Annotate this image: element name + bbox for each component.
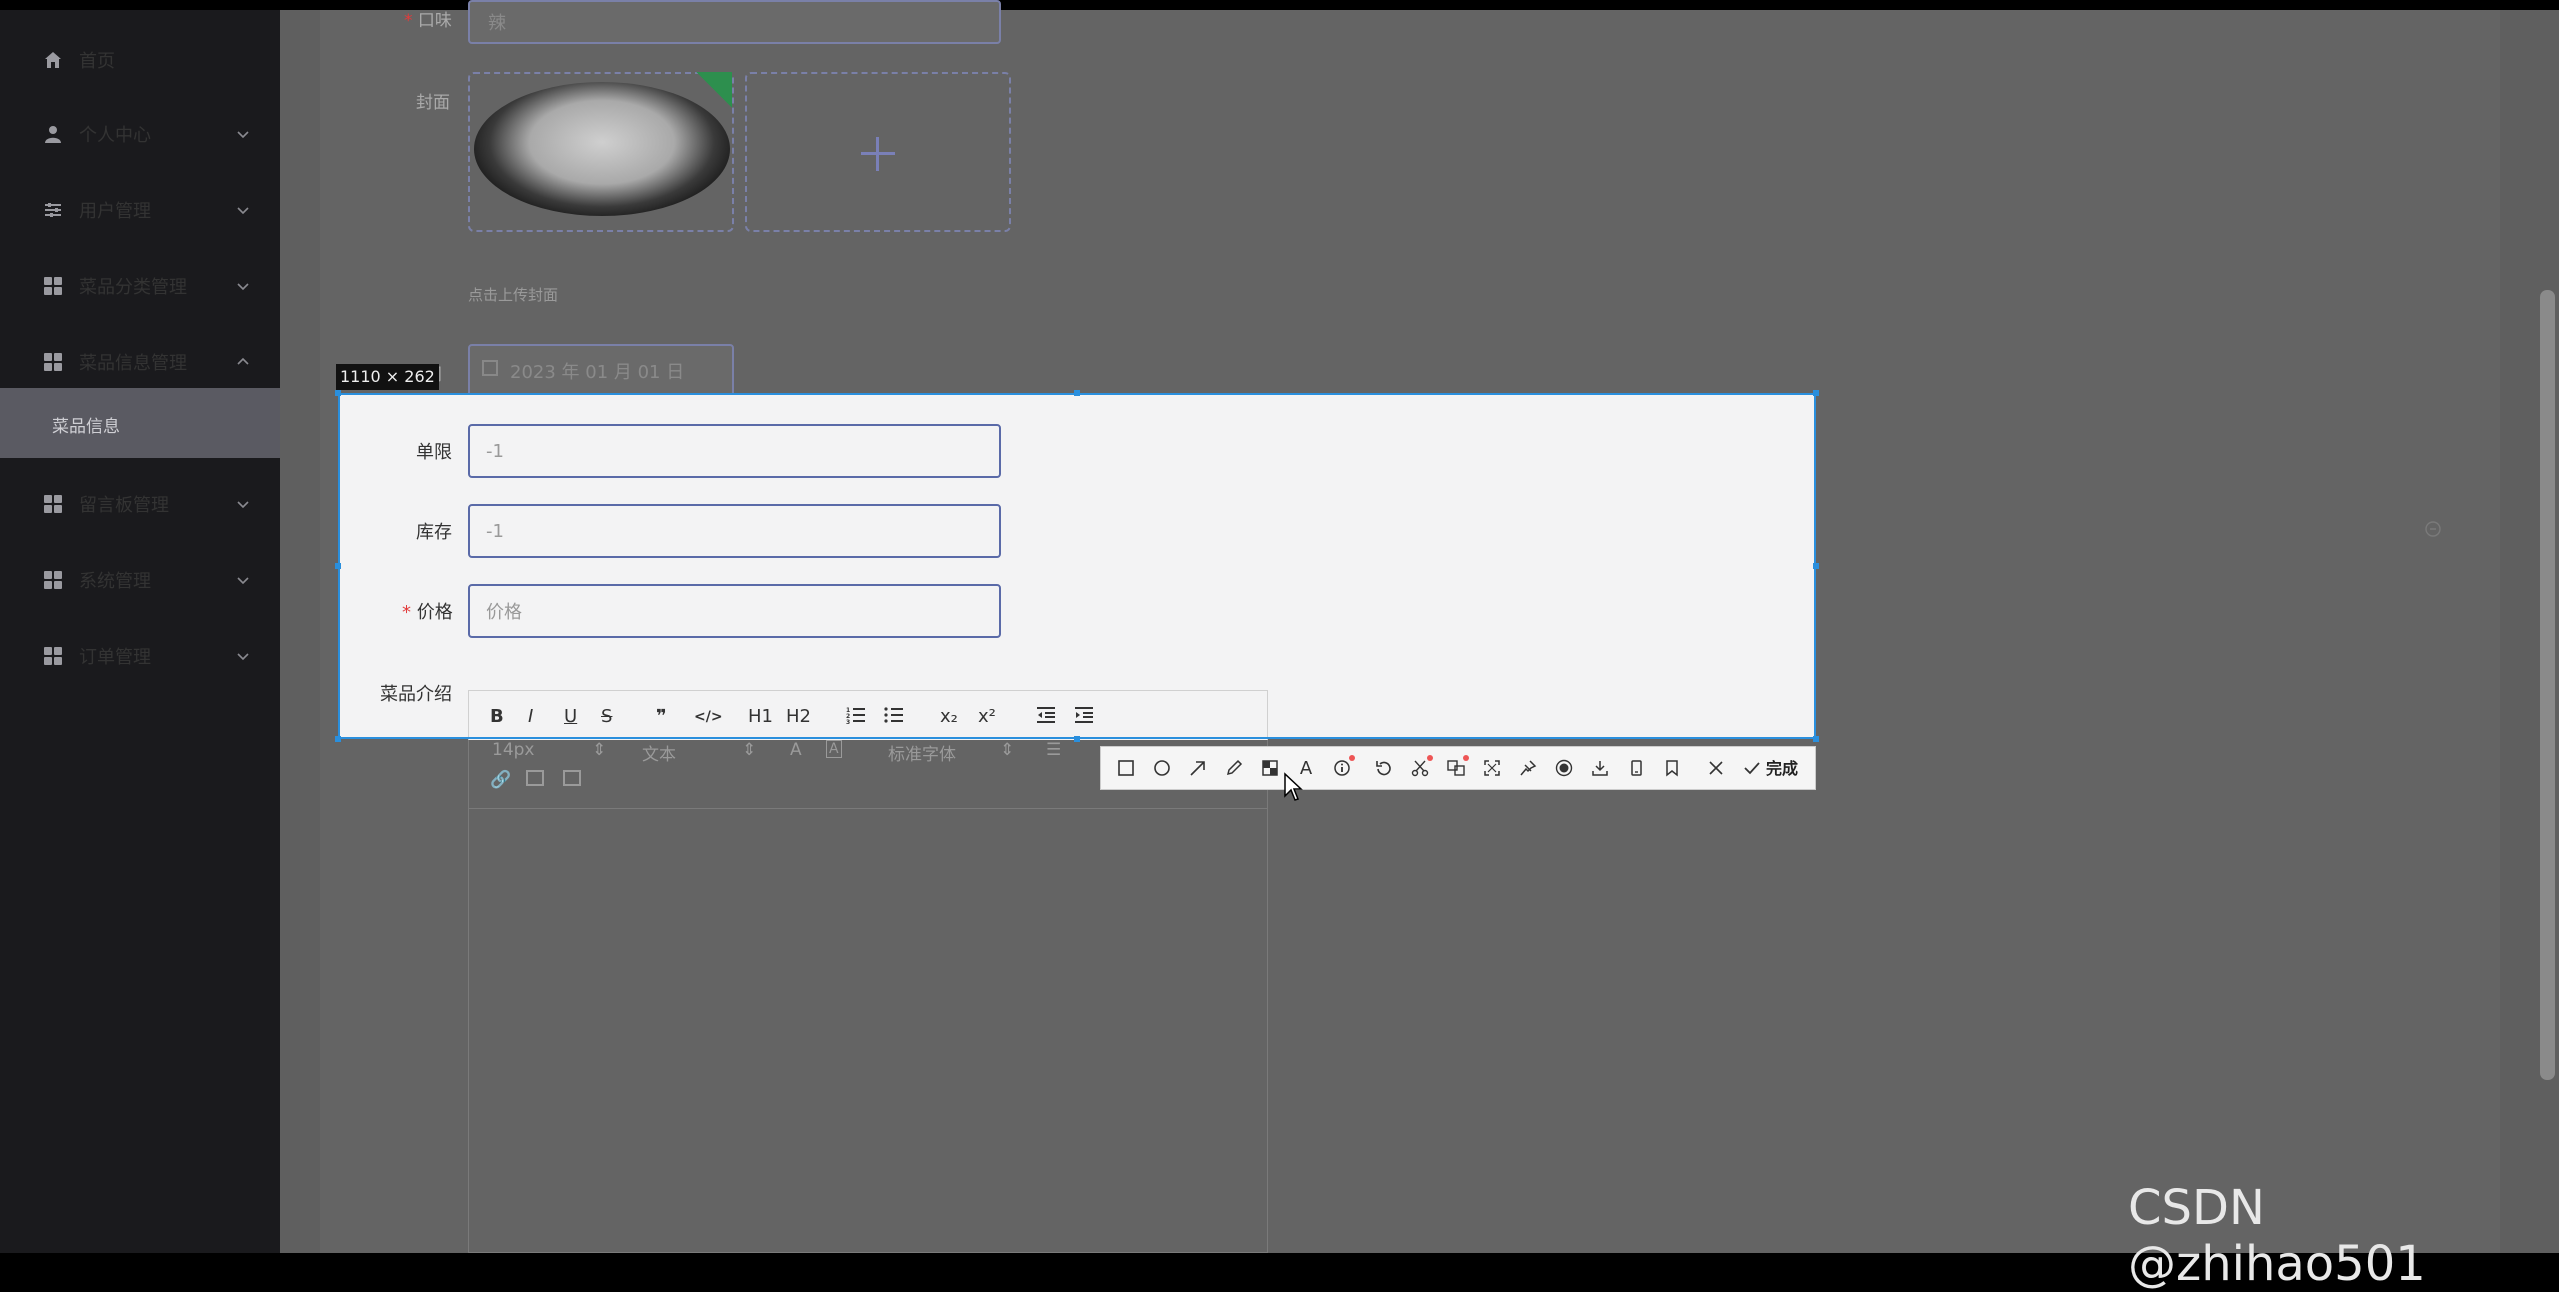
grid-icon — [42, 645, 64, 667]
align-icon[interactable]: ☰ — [1046, 740, 1061, 760]
font-family-select[interactable]: 标准字体 — [888, 740, 956, 765]
scan-icon[interactable] — [1481, 757, 1503, 779]
resize-handle[interactable] — [1074, 390, 1080, 396]
user-icon — [42, 123, 64, 145]
screenshot-toolbar: A — [1100, 746, 1816, 790]
sidebar: 首页 个人中心 用户管理 菜品分类管理 菜品信息管理 菜品信息 留言板管理 系统… — [0, 10, 280, 1253]
resize-handle[interactable] — [1074, 736, 1080, 742]
rectangle-icon[interactable] — [1115, 757, 1137, 779]
link-icon[interactable]: 🔗 — [490, 770, 511, 790]
sidebar-subitem-label: 菜品信息 — [52, 417, 120, 437]
sidebar-item-label: 菜品信息管理 — [79, 353, 187, 374]
plus-icon — [876, 137, 879, 171]
chevron-down-icon — [237, 577, 249, 585]
top-bar — [0, 0, 2559, 10]
circle-close-icon[interactable] — [2424, 520, 2442, 538]
image-icon[interactable] — [526, 770, 544, 786]
sidebar-item-label: 个人中心 — [79, 125, 151, 146]
chevron-down-icon — [237, 131, 249, 139]
scissors-icon[interactable] — [1409, 755, 1433, 779]
select-arrow-icon: ⇕ — [592, 740, 607, 760]
font-color-icon[interactable]: A — [790, 740, 802, 760]
grid-icon — [42, 493, 64, 515]
close-icon[interactable] — [1705, 757, 1727, 779]
sidebar-item-dish-category[interactable]: 菜品分类管理 — [0, 256, 280, 316]
record-icon[interactable] — [1553, 757, 1575, 779]
check-icon[interactable] — [1741, 757, 1763, 779]
sidebar-item-system[interactable]: 系统管理 — [0, 550, 280, 610]
sidebar-item-label: 菜品分类管理 — [79, 277, 187, 298]
pencil-icon[interactable] — [1223, 757, 1245, 779]
chevron-up-icon — [237, 357, 249, 365]
info-icon[interactable] — [1331, 755, 1355, 779]
home-icon — [42, 49, 64, 71]
pin-icon[interactable] — [1517, 757, 1539, 779]
sidebar-item-users[interactable]: 用户管理 — [0, 180, 280, 240]
sidebar-item-label: 系统管理 — [79, 571, 151, 592]
resize-handle[interactable] — [1813, 390, 1819, 396]
phone-icon[interactable] — [1625, 757, 1647, 779]
translate-icon[interactable] — [1445, 755, 1469, 779]
sidebar-item-label: 留言板管理 — [79, 495, 169, 516]
circle-icon[interactable] — [1151, 757, 1173, 779]
chevron-down-icon — [237, 501, 249, 509]
taste-label: * 口味 — [404, 11, 452, 31]
time-input[interactable]: 2023 年 01 月 01 日 — [468, 344, 734, 398]
done-button[interactable]: 完成 — [1766, 755, 1798, 779]
sidebar-item-profile[interactable]: 个人中心 — [0, 104, 280, 164]
success-corner-badge — [696, 72, 732, 108]
grid-icon — [42, 569, 64, 591]
resize-handle[interactable] — [335, 390, 341, 396]
grid-icon — [42, 275, 64, 297]
upload-hint: 点击上传封面 — [468, 286, 559, 304]
resize-handle[interactable] — [1813, 736, 1819, 742]
sliders-icon — [42, 199, 64, 221]
sidebar-item-label: 用户管理 — [79, 201, 151, 222]
mosaic-icon[interactable] — [1259, 757, 1281, 779]
calendar-icon — [482, 360, 498, 376]
sidebar-item-label: 首页 — [79, 51, 115, 72]
taste-input[interactable]: 辣 — [468, 0, 1001, 44]
resize-handle[interactable] — [335, 563, 341, 569]
cover-label: 封面 — [416, 93, 450, 113]
font-size-select[interactable]: 14px — [492, 740, 534, 760]
selection-border[interactable] — [338, 393, 1816, 739]
mouse-cursor-icon — [1284, 772, 1303, 801]
chevron-down-icon — [237, 283, 249, 291]
cover-image — [474, 82, 730, 216]
resize-handle[interactable] — [335, 736, 341, 742]
video-icon[interactable] — [563, 770, 581, 786]
watermark: CSDN @zhihao501 — [2128, 1180, 2426, 1292]
bookmark-icon[interactable] — [1661, 757, 1683, 779]
selection-size-tag: 1110 × 262 — [336, 364, 439, 390]
select-arrow-icon: ⇕ — [742, 740, 757, 760]
grid-icon — [42, 351, 64, 373]
sidebar-item-home[interactable]: 首页 — [0, 30, 280, 90]
undo-icon[interactable] — [1373, 757, 1395, 779]
chevron-down-icon — [237, 653, 249, 661]
sidebar-subitem-dish-info[interactable]: 菜品信息 — [0, 388, 280, 458]
format-select[interactable]: 文本 — [642, 740, 676, 765]
background-color-icon[interactable]: A — [826, 740, 842, 758]
sidebar-item-orders[interactable]: 订单管理 — [0, 626, 280, 686]
chevron-down-icon — [237, 207, 249, 215]
select-arrow-icon: ⇕ — [1000, 740, 1015, 760]
arrow-icon[interactable] — [1187, 757, 1209, 779]
scrollbar[interactable] — [2540, 290, 2555, 1080]
sidebar-item-message-board[interactable]: 留言板管理 — [0, 474, 280, 534]
sidebar-item-dish-info[interactable]: 菜品信息管理 — [0, 332, 280, 392]
resize-handle[interactable] — [1813, 563, 1819, 569]
editor-body[interactable] — [468, 740, 1268, 1253]
download-icon[interactable] — [1589, 757, 1611, 779]
sidebar-item-label: 订单管理 — [79, 647, 151, 668]
